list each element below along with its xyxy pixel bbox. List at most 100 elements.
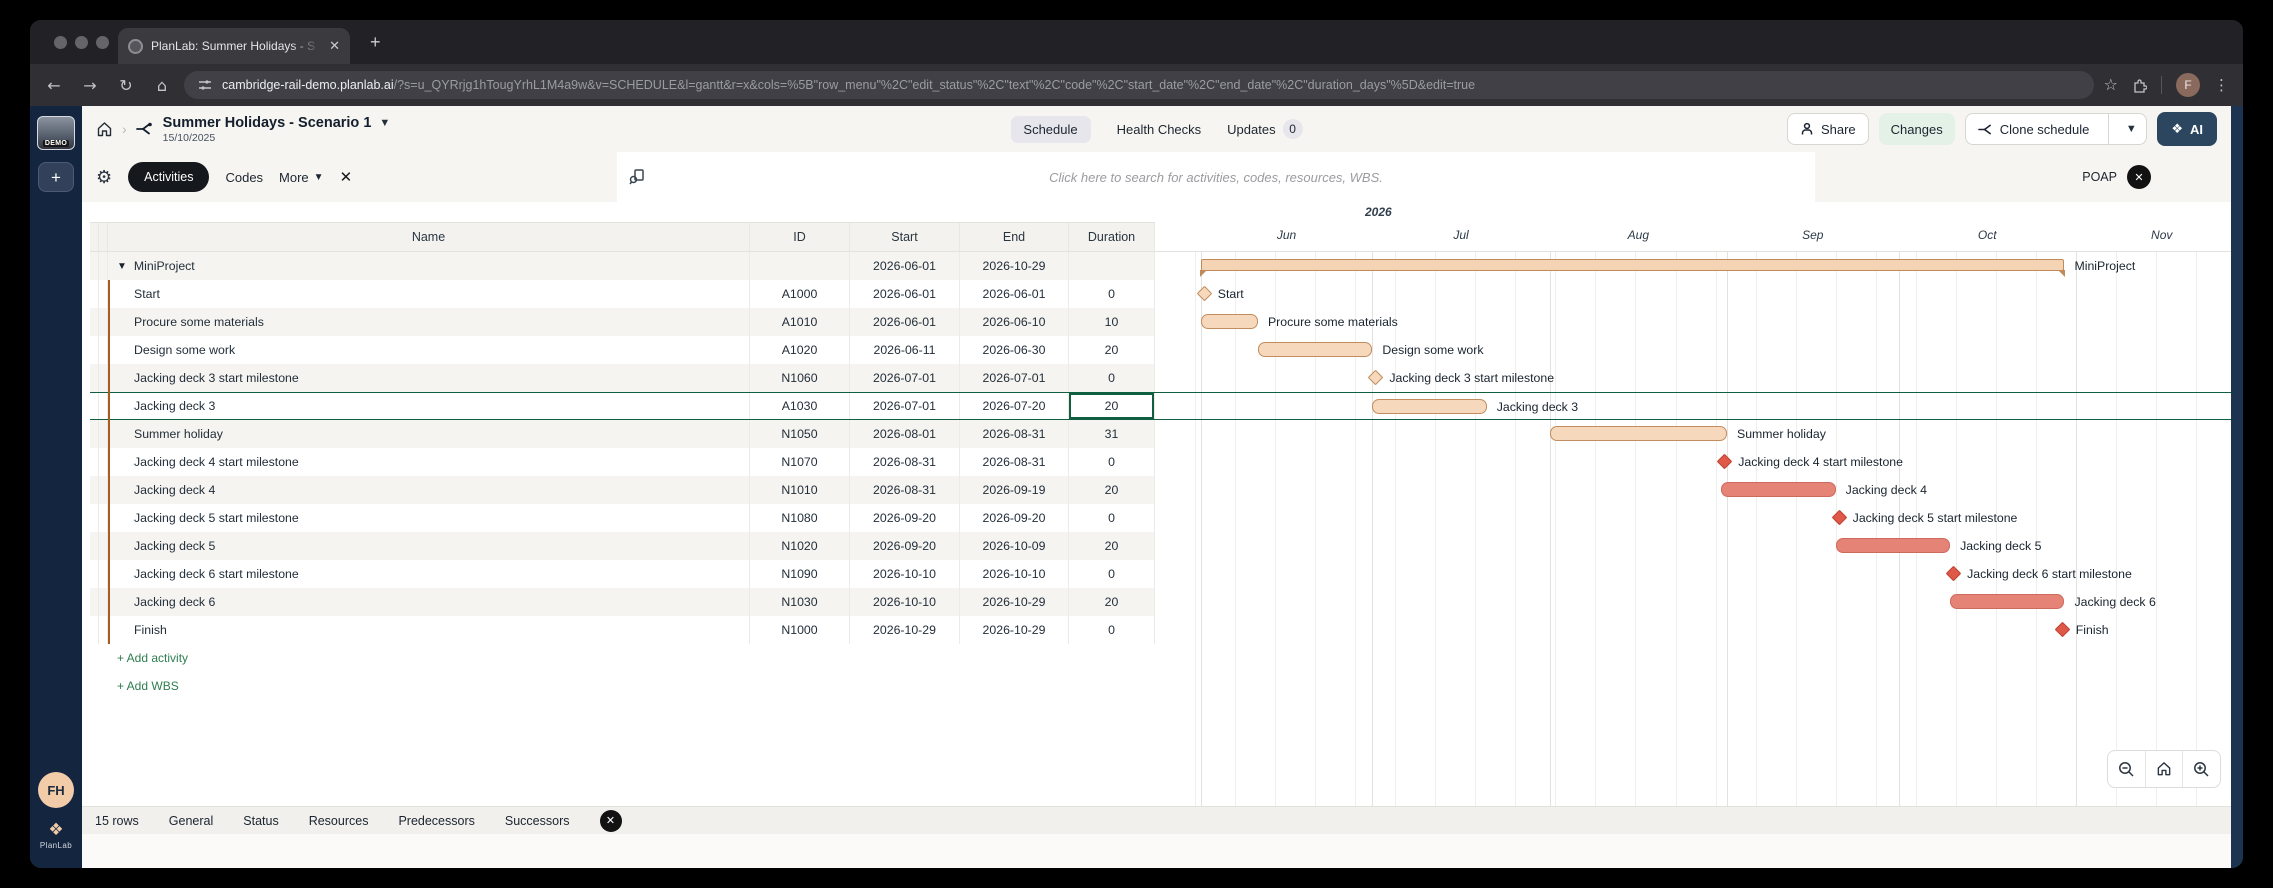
name-cell[interactable]: Jacking deck 6 start milestone	[108, 560, 750, 588]
gantt-milestone[interactable]	[1831, 510, 1847, 526]
row-menu-cell[interactable]	[90, 476, 99, 504]
edit-status-cell[interactable]	[99, 504, 108, 532]
start-cell[interactable]: 2026-07-01	[850, 364, 960, 392]
tab-updates[interactable]: Updates 0	[1227, 119, 1302, 139]
end-cell[interactable]: 2026-08-31	[960, 448, 1069, 476]
edit-status-cell[interactable]	[99, 308, 108, 336]
gear-icon[interactable]: ⚙	[96, 167, 112, 188]
extensions-icon[interactable]	[2132, 78, 2147, 93]
id-cell[interactable]: A1010	[750, 308, 850, 336]
col-header-end[interactable]: End	[960, 223, 1069, 251]
end-cell[interactable]: 2026-06-10	[960, 308, 1069, 336]
end-cell[interactable]: 2026-06-01	[960, 280, 1069, 308]
start-cell[interactable]: 2026-06-01	[850, 280, 960, 308]
tab-schedule[interactable]: Schedule	[1010, 116, 1090, 143]
table-row[interactable]: Jacking deck 3A10302026-07-012026-07-202…	[90, 392, 1155, 420]
start-cell[interactable]: 2026-08-31	[850, 448, 960, 476]
row-menu-cell[interactable]	[90, 364, 99, 392]
id-cell[interactable]: N1010	[750, 476, 850, 504]
gantt-bar[interactable]	[1721, 482, 1835, 497]
duration-cell[interactable]: 20	[1069, 336, 1155, 364]
tab-resources[interactable]: Resources	[309, 814, 369, 828]
row-expander-icon[interactable]: ▼	[117, 261, 127, 272]
traffic-light-minimize[interactable]	[75, 36, 88, 49]
start-cell[interactable]: 2026-07-01	[850, 393, 960, 419]
filter-more[interactable]: More ▼	[279, 170, 324, 185]
end-cell[interactable]: 2026-10-29	[960, 588, 1069, 616]
traffic-light-close[interactable]	[54, 36, 67, 49]
col-header-name[interactable]: Name	[108, 223, 750, 251]
clone-dropdown-chevron-icon[interactable]: ▼	[2116, 114, 2146, 144]
name-cell[interactable]: ▼MiniProject	[108, 252, 750, 280]
edit-status-cell[interactable]	[99, 420, 108, 448]
row-menu-cell[interactable]	[90, 308, 99, 336]
add-schedule-button[interactable]: +	[38, 162, 74, 192]
address-bar[interactable]: cambridge-rail-demo.planlab.ai/?s=u_QYRr…	[184, 71, 2094, 99]
name-cell[interactable]: Summer holiday	[108, 420, 750, 448]
schedule-title-block[interactable]: Summer Holidays - Scenario 1 ▼ 15/10/202…	[163, 115, 391, 144]
gantt-row[interactable]: Jacking deck 3 start milestone	[1155, 364, 2231, 392]
table-row[interactable]: Jacking deck 6N10302026-10-102026-10-292…	[90, 588, 1155, 616]
name-cell[interactable]: Design some work	[108, 336, 750, 364]
table-row[interactable]: Jacking deck 5 start milestoneN10802026-…	[90, 504, 1155, 532]
start-cell[interactable]: 2026-09-20	[850, 504, 960, 532]
start-cell[interactable]: 2026-09-20	[850, 532, 960, 560]
row-menu-cell[interactable]	[90, 280, 99, 308]
name-cell[interactable]: Jacking deck 4 start milestone	[108, 448, 750, 476]
start-cell[interactable]: 2026-10-29	[850, 616, 960, 644]
zoom-out-button[interactable]	[2108, 751, 2146, 787]
duration-cell[interactable]: 0	[1069, 280, 1155, 308]
gantt-row[interactable]: Finish	[1155, 616, 2231, 644]
layout-close-button[interactable]: ✕	[2127, 165, 2151, 189]
edit-status-cell[interactable]	[99, 280, 108, 308]
row-menu-cell[interactable]	[90, 448, 99, 476]
gantt-row[interactable]: Design some work	[1155, 336, 2231, 364]
gantt-row[interactable]: Jacking deck 6 start milestone	[1155, 560, 2231, 588]
forward-icon[interactable]: →	[72, 76, 108, 95]
end-cell[interactable]: 2026-10-29	[960, 616, 1069, 644]
browser-profile-avatar[interactable]: F	[2176, 73, 2200, 97]
site-settings-icon[interactable]	[198, 78, 212, 92]
duration-cell[interactable]: 20	[1069, 588, 1155, 616]
edit-status-cell[interactable]	[99, 616, 108, 644]
row-menu-cell[interactable]	[90, 616, 99, 644]
detail-panel-close-button[interactable]: ✕	[600, 810, 622, 832]
start-cell[interactable]: 2026-06-01	[850, 252, 960, 280]
gantt-milestone[interactable]	[1946, 566, 1962, 582]
row-menu-cell[interactable]	[90, 532, 99, 560]
row-menu-cell[interactable]	[90, 393, 99, 419]
table-row[interactable]: StartA10002026-06-012026-06-010	[90, 280, 1155, 308]
row-menu-cell[interactable]	[90, 336, 99, 364]
search-bar[interactable]: Click here to search for activities, cod…	[617, 152, 1815, 202]
id-cell[interactable]: N1060	[750, 364, 850, 392]
reload-icon[interactable]: ↻	[108, 76, 144, 95]
browser-menu-icon[interactable]: ⋮	[2214, 76, 2229, 94]
gantt-row[interactable]: Jacking deck 5	[1155, 532, 2231, 560]
gantt-summary-bar[interactable]	[1201, 259, 2065, 271]
traffic-light-zoom[interactable]	[96, 36, 109, 49]
changes-button[interactable]: Changes	[1879, 113, 1955, 145]
id-cell[interactable]: N1020	[750, 532, 850, 560]
add-activity-link[interactable]: + Add activity	[117, 644, 188, 672]
name-cell[interactable]: Jacking deck 5	[108, 532, 750, 560]
gantt-row[interactable]: Jacking deck 5 start milestone	[1155, 504, 2231, 532]
chevron-down-icon[interactable]: ▼	[379, 117, 390, 129]
duration-cell[interactable]: 0	[1069, 448, 1155, 476]
tab-status[interactable]: Status	[243, 814, 278, 828]
id-cell[interactable]: N1070	[750, 448, 850, 476]
browser-tab[interactable]: PlanLab: Summer Holidays - S ✕	[118, 28, 350, 64]
edit-status-cell[interactable]	[99, 476, 108, 504]
gantt-row[interactable]: Jacking deck 4	[1155, 476, 2231, 504]
row-menu-cell[interactable]	[90, 252, 99, 280]
gantt-bar[interactable]	[1950, 594, 2064, 609]
table-row[interactable]: ▼MiniProject2026-06-012026-10-29	[90, 252, 1155, 280]
table-row[interactable]: Procure some materialsA10102026-06-01202…	[90, 308, 1155, 336]
workspace-thumbnail[interactable]: DEMO	[37, 116, 75, 150]
gantt-row[interactable]: Jacking deck 4 start milestone	[1155, 448, 2231, 476]
name-cell[interactable]: Finish	[108, 616, 750, 644]
edit-status-cell[interactable]	[99, 560, 108, 588]
right-panel-rail[interactable]	[2231, 106, 2243, 868]
row-menu-cell[interactable]	[90, 504, 99, 532]
gantt-bar[interactable]	[1258, 342, 1372, 357]
bookmark-star-icon[interactable]: ☆	[2104, 75, 2118, 95]
